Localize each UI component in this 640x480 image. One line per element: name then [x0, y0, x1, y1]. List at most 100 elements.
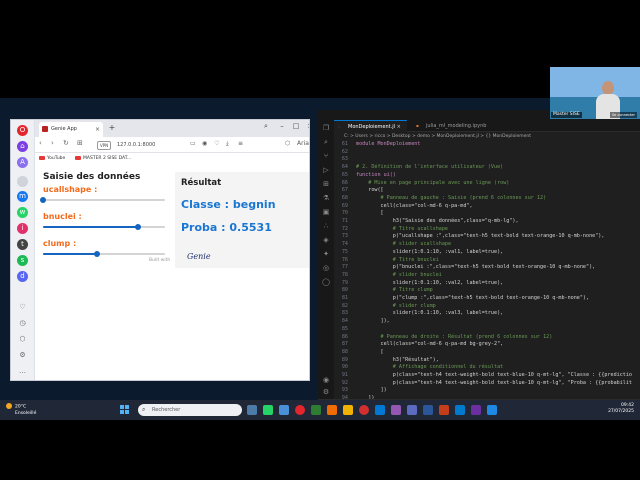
tab-icon[interactable]: ▭: [190, 140, 196, 147]
code-line[interactable]: 72 # Titre ucallshape: [334, 226, 448, 234]
bookmark-youtube[interactable]: YouTube: [39, 153, 65, 164]
code-line[interactable]: 87 cell(class="col-md-6 q-pa-md bg-grey-…: [334, 341, 503, 349]
download-icon[interactable]: ⤓: [226, 140, 229, 148]
close-window-icon[interactable]: ×: [305, 122, 309, 130]
close-tab-icon[interactable]: ×: [95, 122, 100, 137]
code-line[interactable]: 91 p(class="text-h4 text-weight-bold tex…: [334, 372, 632, 380]
app2-taskbar-icon[interactable]: [487, 405, 497, 415]
weather-widget[interactable]: 20°C Ensoleillé: [6, 403, 36, 417]
tab-mondeploiement[interactable]: ∴ MonDeploiement.jl ×: [334, 120, 407, 132]
teams-taskbar-icon[interactable]: [407, 405, 417, 415]
code-line[interactable]: 73 p("ucallshape :",class="text-h5 text-…: [334, 233, 605, 241]
code-line[interactable]: 64 # 2. Définition de l'interface utilisa…: [334, 164, 503, 172]
code-editor[interactable]: 61 module MonDeploiement 62 63 64 # 2. Défini…: [334, 141, 640, 401]
aria-button[interactable]: Aria: [297, 140, 309, 147]
word-taskbar-icon[interactable]: [423, 405, 433, 415]
code-line[interactable]: 67 row([: [334, 187, 384, 195]
app-taskbar-icon[interactable]: [471, 405, 481, 415]
plugin-icon[interactable]: ✦: [322, 250, 330, 258]
speed-dial-icon[interactable]: ⊞: [77, 139, 83, 147]
taskbar-search[interactable]: ⌕ Rechercher: [138, 404, 242, 416]
code-line[interactable]: 79 slider(1:0.1:10, :val2, label=true),: [334, 280, 503, 288]
slider-thumb[interactable]: [134, 224, 141, 230]
code-line[interactable]: 70 [: [334, 210, 384, 218]
minimize-icon[interactable]: –: [277, 122, 287, 130]
new-tab-button[interactable]: +: [107, 123, 117, 133]
code-line[interactable]: 76 # Titre bnuclei: [334, 257, 439, 265]
code-line[interactable]: 85: [334, 326, 356, 334]
code-line[interactable]: 61 module MonDeploiement: [334, 141, 421, 149]
search-tabs-icon[interactable]: ⌕: [261, 122, 271, 131]
history-icon[interactable]: ◷: [17, 318, 28, 329]
code-line[interactable]: 75 slider(1:0.1:10, :val1, label=true),: [334, 249, 503, 257]
julia-icon[interactable]: ∴: [322, 222, 330, 230]
instagram-icon[interactable]: i: [17, 223, 28, 234]
code-line[interactable]: 74 # slider ucallshape: [334, 241, 451, 249]
docker-icon[interactable]: ◈: [322, 236, 330, 244]
code-line[interactable]: 66 # Mise en page principale avec une li…: [334, 180, 509, 188]
code-line[interactable]: 63: [334, 156, 356, 164]
code-line[interactable]: 78 # slider bnuclei: [334, 272, 442, 280]
git-icon[interactable]: ◎: [322, 264, 330, 272]
chat-icon[interactable]: ◯: [322, 278, 330, 286]
maximize-icon[interactable]: □: [291, 122, 301, 130]
messenger-icon[interactable]: m: [17, 191, 28, 202]
extensions-toolbar-icon[interactable]: ⬡: [285, 140, 290, 147]
slider-thumb[interactable]: [94, 251, 101, 257]
url-field[interactable]: 127.0.0.1:8000: [97, 140, 247, 150]
testing-icon[interactable]: ⚗: [322, 194, 330, 202]
code-line[interactable]: 93 ]): [334, 387, 387, 395]
explorer-icon[interactable]: ❐: [322, 124, 330, 132]
close-tab-icon[interactable]: ×: [397, 124, 401, 130]
vscode-taskbar-icon[interactable]: [455, 405, 465, 415]
slider-ucallshape[interactable]: [40, 194, 165, 206]
extensions-icon[interactable]: ⬡: [17, 334, 28, 345]
excel-taskbar-icon[interactable]: [311, 405, 321, 415]
opera-logo-icon[interactable]: O: [17, 125, 28, 136]
code-line[interactable]: 77 p("bnuclei :",class="text-h5 text-bol…: [334, 264, 595, 272]
code-line[interactable]: 88 [: [334, 349, 384, 357]
code-line[interactable]: 92 p(class="text-h4 text-weight-bold tex…: [334, 380, 632, 388]
home-icon[interactable]: ⌂: [17, 141, 28, 152]
code-line[interactable]: 71 h3("Saisie des données",class="q-mb-l…: [334, 218, 519, 226]
explorer-taskbar-icon[interactable]: [343, 405, 353, 415]
code-line[interactable]: 84 ]),: [334, 318, 390, 326]
code-line[interactable]: 68 # Panneau de gauche : Saisie (prend 6…: [334, 195, 546, 203]
bookmark-icon[interactable]: ♡: [214, 140, 219, 147]
julia-taskbar-icon[interactable]: [391, 405, 401, 415]
brave-taskbar-icon[interactable]: [327, 405, 337, 415]
edge-taskbar-icon[interactable]: [375, 405, 385, 415]
code-line[interactable]: 69 cell(class="col-md-6 q-pa-md",: [334, 203, 473, 211]
manage-icon[interactable]: ⚙: [322, 388, 330, 396]
files-taskbar-icon[interactable]: [279, 405, 289, 415]
code-line[interactable]: 80 # Titre clump: [334, 287, 433, 295]
code-line[interactable]: 83 slider(1:0.1:10, :val3, label=true),: [334, 310, 503, 318]
settings-icon[interactable]: ⚙: [17, 350, 28, 361]
code-line[interactable]: 82 # slider clump: [334, 303, 436, 311]
opera-taskbar-icon[interactable]: [295, 405, 305, 415]
tiktok-icon[interactable]: t: [17, 239, 28, 250]
taskview-icon[interactable]: [247, 405, 257, 415]
extensions-icon[interactable]: ⊞: [322, 180, 330, 188]
code-line[interactable]: 86 # Panneau de droite : Résultat (prend…: [334, 334, 552, 342]
tab-julia-ml-modeling[interactable]: ▪ julia_ml_modeling.ipynb: [412, 120, 492, 132]
heart-icon[interactable]: ♡: [17, 302, 28, 313]
powerpoint-taskbar-icon[interactable]: [439, 405, 449, 415]
genie-logo[interactable]: Genie: [187, 252, 211, 261]
search-icon[interactable]: ⌕: [322, 138, 330, 146]
code-line[interactable]: 81 p("clump :",class="text-h5 text-bold …: [334, 295, 589, 303]
slider-clump[interactable]: [43, 248, 165, 260]
slider-thumb[interactable]: [40, 197, 46, 203]
aria-icon[interactable]: A: [17, 157, 28, 168]
system-tray[interactable]: 09:42 27/07/2025: [608, 403, 634, 415]
source-control-icon[interactable]: ⑂: [322, 152, 330, 160]
camera-icon[interactable]: ◉: [202, 140, 207, 147]
whatsapp-icon[interactable]: w: [17, 207, 28, 218]
start-button[interactable]: [120, 405, 130, 415]
back-icon[interactable]: ‹: [39, 139, 42, 147]
bookmark-master[interactable]: MASTER 2 SISE DAT...: [75, 153, 131, 164]
forward-icon[interactable]: ›: [51, 139, 54, 147]
menu-icon[interactable]: ≡: [238, 140, 243, 147]
account-icon[interactable]: ◉: [322, 376, 330, 384]
run-debug-icon[interactable]: ▷: [322, 166, 330, 174]
